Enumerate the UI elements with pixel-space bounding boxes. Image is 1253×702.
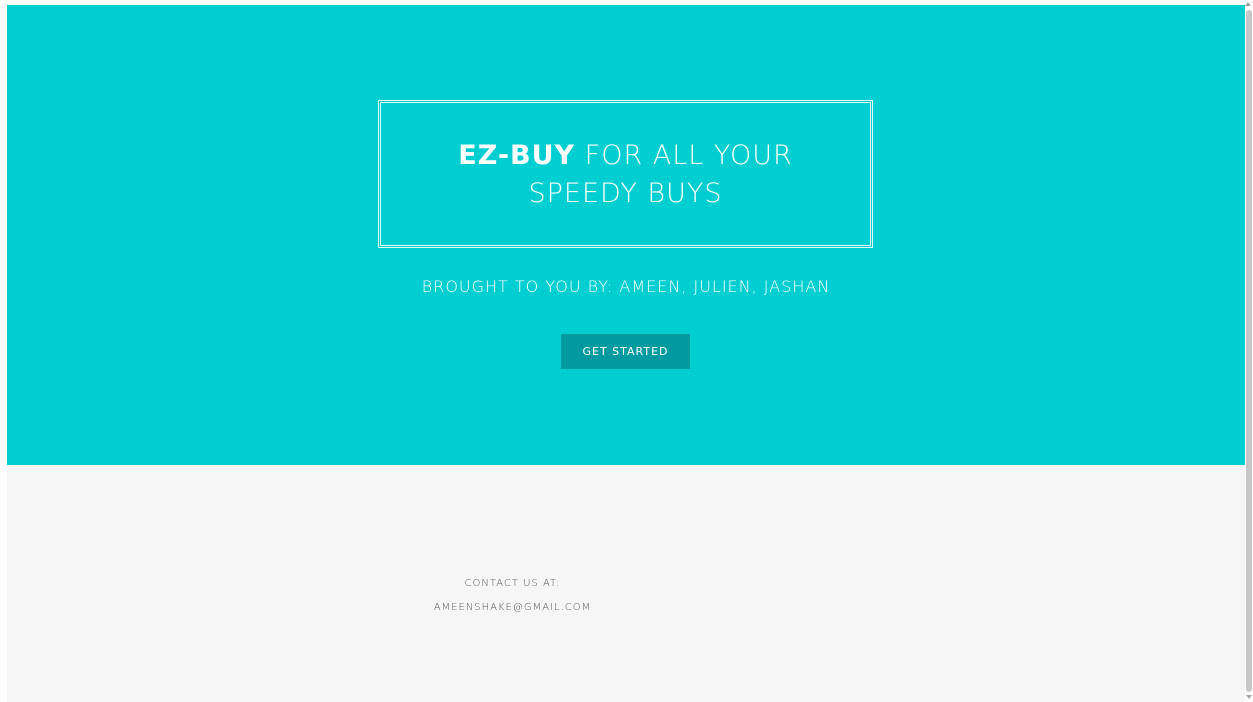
scroll-up-arrow-icon[interactable] [1245,2,1251,6]
title-frame: EZ-BUY FOR ALL YOUR SPEEDY BUYS [378,100,873,248]
page-viewport: EZ-BUY FOR ALL YOUR SPEEDY BUYS BROUGHT … [7,5,1245,702]
footer-section: CONTACT US AT: AMEENSHAKE@GMAIL.COM [7,465,1245,702]
hero-section: EZ-BUY FOR ALL YOUR SPEEDY BUYS BROUGHT … [7,5,1245,465]
hero-subtitle: BROUGHT TO YOU BY: AMEEN, JULIEN, JASHAN [421,277,831,296]
hero-title: EZ-BUY FOR ALL YOUR SPEEDY BUYS [381,137,870,213]
contact-label: CONTACT US AT: [464,578,561,589]
contact-email[interactable]: AMEENSHAKE@GMAIL.COM [400,596,625,620]
brand-name: EZ-BUY [458,140,576,171]
scrollbar-thumb[interactable] [1246,10,1252,692]
title-tagline-line2: SPEEDY BUYS [528,178,723,209]
get-started-button[interactable]: GET STARTED [561,334,690,369]
contact-block: CONTACT US AT: AMEENSHAKE@GMAIL.COM [400,572,625,620]
title-tagline: FOR ALL YOUR [584,140,793,171]
scroll-down-arrow-icon[interactable] [1246,695,1252,699]
vertical-scrollbar[interactable] [1245,0,1253,702]
